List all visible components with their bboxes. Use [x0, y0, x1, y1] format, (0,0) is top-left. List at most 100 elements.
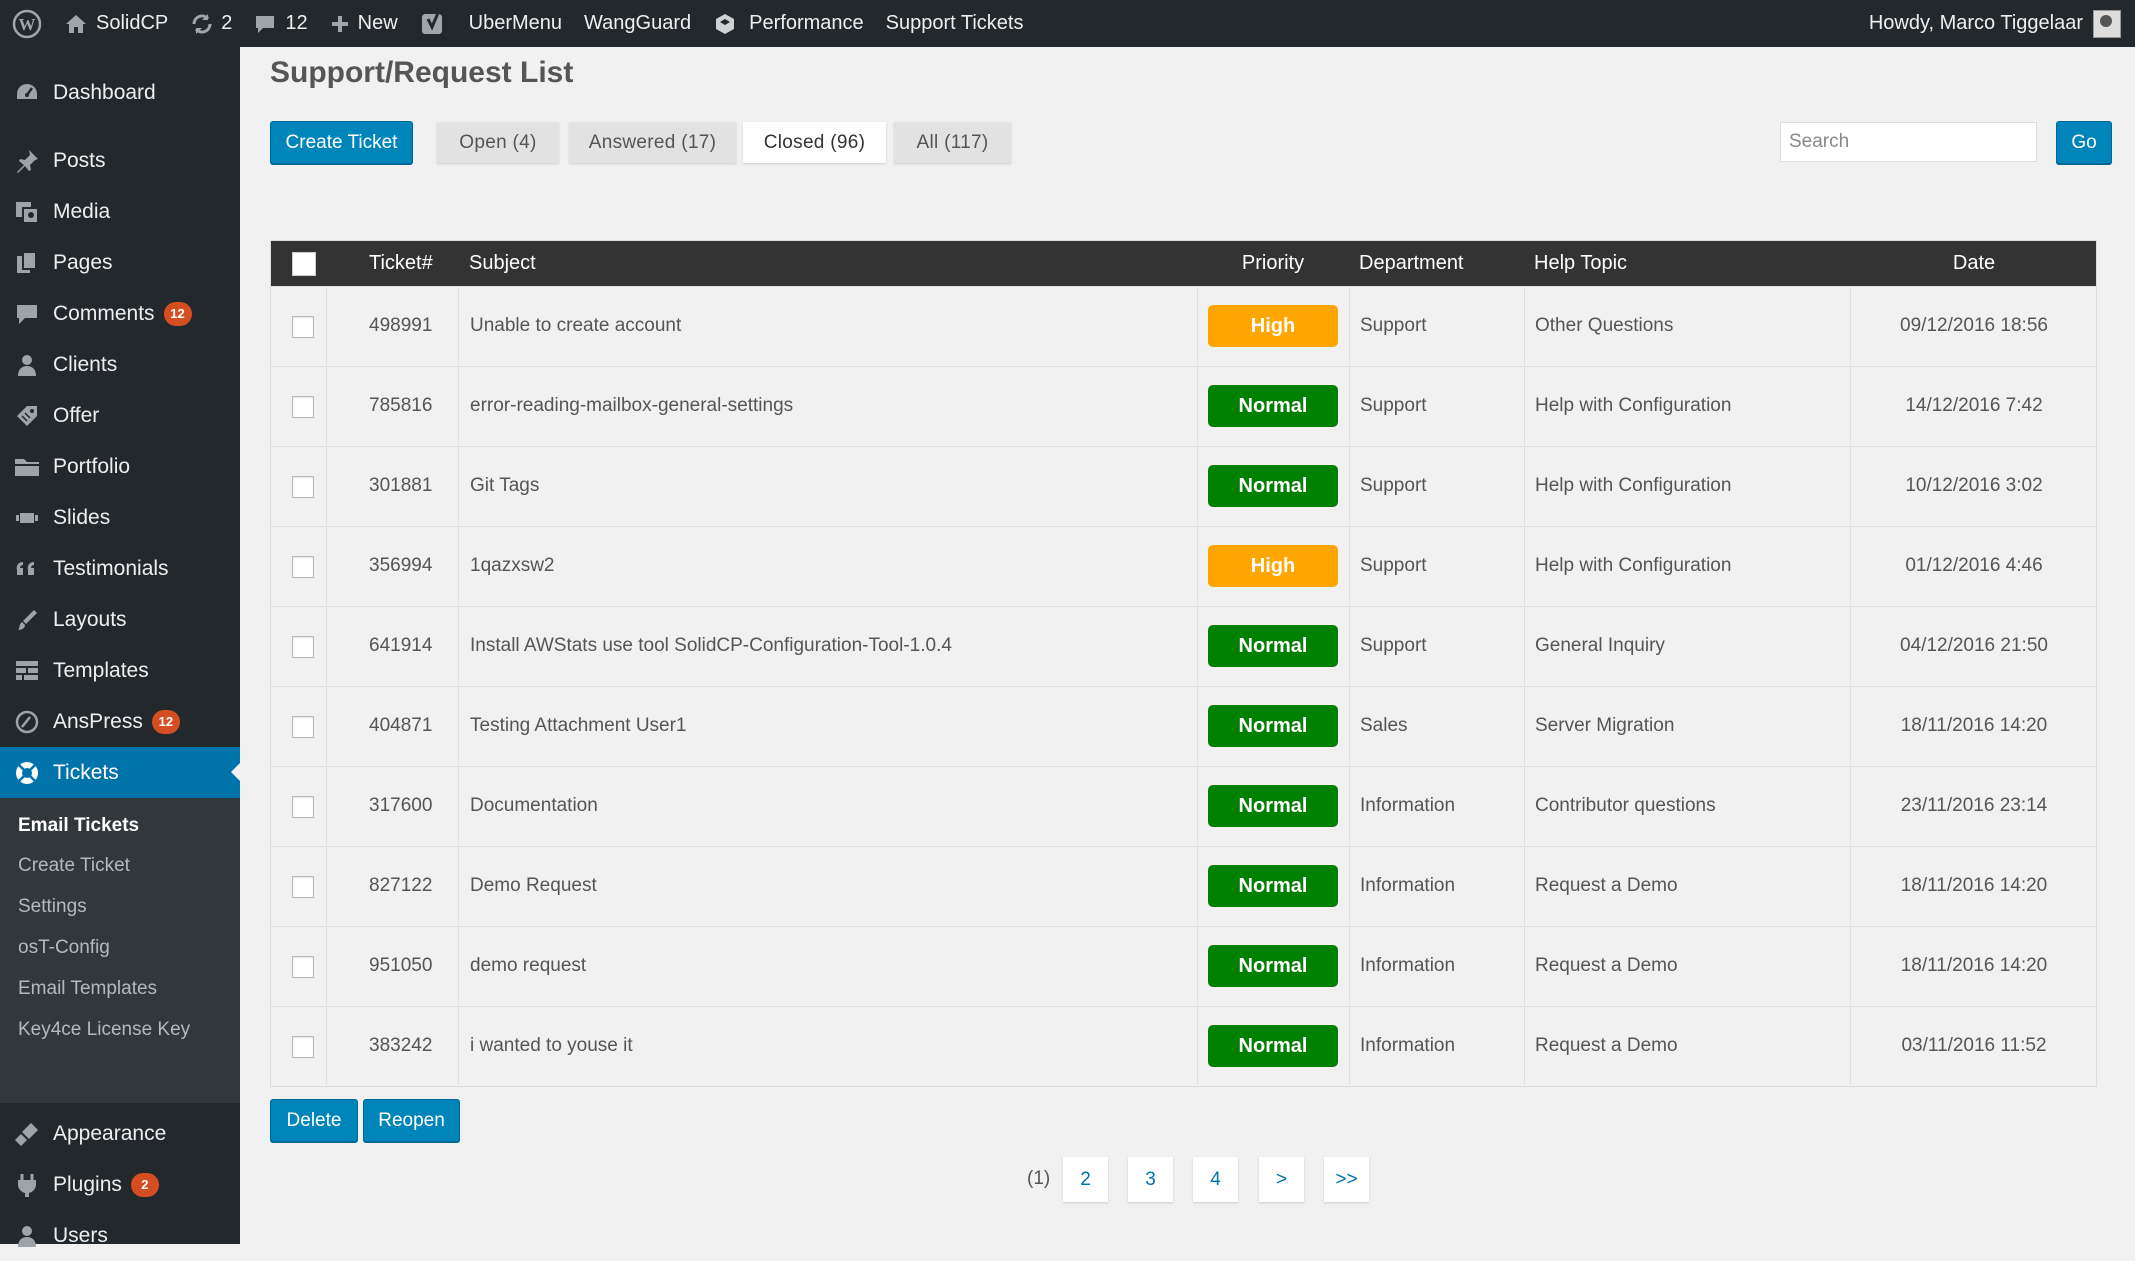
ticket-number[interactable]: 383242	[369, 1007, 432, 1085]
table-row[interactable]: 383242 i wanted to youse it Normal Infor…	[271, 1006, 2096, 1086]
row-checkbox[interactable]	[292, 556, 314, 578]
yoast-seo-icon[interactable]	[409, 0, 457, 47]
ticket-subject[interactable]: i wanted to youse it	[470, 1007, 633, 1085]
table-row[interactable]: 827122 Demo Request Normal Information R…	[271, 846, 2096, 926]
sidebar-item-users[interactable]: Users	[0, 1210, 240, 1261]
table-row[interactable]: 641914 Install AWStats use tool SolidCP-…	[271, 606, 2096, 686]
column-divider	[1349, 447, 1350, 525]
my-account-link[interactable]: Howdy, Marco Tiggelaar	[1858, 0, 2135, 47]
tab-open[interactable]: Open (4)	[437, 122, 559, 163]
sidebar-item-anspress[interactable]: AnsPress 12	[0, 696, 240, 747]
row-checkbox[interactable]	[292, 476, 314, 498]
sidebar-item-layouts[interactable]: Layouts	[0, 594, 240, 645]
page-link-4[interactable]: 4	[1193, 1157, 1238, 1202]
search-input[interactable]	[1780, 122, 2037, 162]
row-checkbox[interactable]	[292, 796, 314, 818]
ticket-subject[interactable]: Install AWStats use tool SolidCP-Configu…	[470, 607, 952, 685]
submenu-settings[interactable]: Settings	[18, 896, 87, 918]
wordpress-logo-icon[interactable]: W	[0, 0, 53, 47]
submenu-email-templates[interactable]: Email Templates	[18, 978, 157, 1000]
sidebar-item-comments[interactable]: Comments 12	[0, 288, 240, 339]
updates-link[interactable]: 2	[179, 0, 243, 47]
sidebar-item-posts[interactable]: Posts	[0, 135, 240, 186]
row-checkbox[interactable]	[292, 396, 314, 418]
sidebar-item-slides[interactable]: Slides	[0, 492, 240, 543]
ticket-number[interactable]: 827122	[369, 847, 432, 925]
ticket-number[interactable]: 498991	[369, 287, 432, 365]
header-department[interactable]: Department	[1359, 241, 1464, 286]
column-divider	[1349, 687, 1350, 765]
submenu-create-ticket[interactable]: Create Ticket	[18, 855, 130, 877]
table-row[interactable]: 317600 Documentation Normal Information …	[271, 766, 2096, 846]
header-help-topic[interactable]: Help Topic	[1534, 241, 1627, 286]
table-row[interactable]: 301881 Git Tags Normal Support Help with…	[271, 446, 2096, 526]
search-go-button[interactable]: Go	[2056, 121, 2112, 164]
ubermenu-link[interactable]: UberMenu	[457, 0, 573, 47]
site-name-link[interactable]: SolidCP	[53, 0, 179, 47]
sidebar-item-media[interactable]: Media	[0, 186, 240, 237]
ticket-number[interactable]: 951050	[369, 927, 432, 1005]
row-checkbox[interactable]	[292, 636, 314, 658]
sidebar-item-testimonials[interactable]: Testimonials	[0, 543, 240, 594]
row-checkbox[interactable]	[292, 956, 314, 978]
ticket-subject[interactable]: error-reading-mailbox-general-settings	[470, 367, 793, 445]
ticket-subject[interactable]: Testing Attachment User1	[470, 687, 687, 765]
next-page-link[interactable]: >	[1259, 1157, 1304, 1202]
table-row[interactable]: 498991 Unable to create account High Sup…	[271, 286, 2096, 366]
table-row[interactable]: 785816 error-reading-mailbox-general-set…	[271, 366, 2096, 446]
ticket-number[interactable]: 641914	[369, 607, 432, 685]
header-date[interactable]: Date	[1851, 241, 2097, 286]
row-checkbox[interactable]	[292, 316, 314, 338]
ticket-subject[interactable]: Demo Request	[470, 847, 597, 925]
tab-closed[interactable]: Closed (96)	[743, 122, 886, 163]
ticket-subject[interactable]: Unable to create account	[470, 287, 681, 365]
ticket-number[interactable]: 301881	[369, 447, 432, 525]
sidebar-item-appearance[interactable]: Appearance	[0, 1108, 240, 1159]
sidebar-item-tickets[interactable]: Tickets	[0, 747, 240, 798]
ticket-number[interactable]: 404871	[369, 687, 432, 765]
sidebar-item-dashboard[interactable]: Dashboard	[0, 67, 240, 118]
ticket-subject[interactable]: demo request	[470, 927, 586, 1005]
ticket-number[interactable]: 785816	[369, 367, 432, 445]
page-link-2[interactable]: 2	[1063, 1157, 1108, 1202]
row-checkbox[interactable]	[292, 1036, 314, 1058]
sidebar-item-pages[interactable]: Pages	[0, 237, 240, 288]
comments-link[interactable]: 12	[243, 0, 318, 47]
tab-all[interactable]: All (117)	[894, 122, 1011, 163]
column-divider	[1524, 927, 1525, 1005]
ticket-subject[interactable]: Git Tags	[470, 447, 539, 525]
reopen-button[interactable]: Reopen	[363, 1099, 460, 1142]
sidebar-item-clients[interactable]: Clients	[0, 339, 240, 390]
sidebar-item-plugins[interactable]: Plugins 2	[0, 1159, 240, 1210]
tab-answered[interactable]: Answered (17)	[569, 122, 736, 163]
submenu-license-key[interactable]: Key4ce License Key	[18, 1019, 190, 1041]
new-content-link[interactable]: New	[319, 0, 409, 47]
header-ticket[interactable]: Ticket#	[369, 241, 433, 286]
sidebar-item-offer[interactable]: Offer	[0, 390, 240, 441]
table-row[interactable]: 404871 Testing Attachment User1 Normal S…	[271, 686, 2096, 766]
ticket-number[interactable]: 356994	[369, 527, 432, 605]
delete-button[interactable]: Delete	[270, 1099, 358, 1142]
column-divider	[1197, 607, 1198, 685]
ticket-number[interactable]: 317600	[369, 767, 432, 845]
header-subject[interactable]: Subject	[469, 241, 536, 286]
performance-link[interactable]: Performance	[702, 0, 875, 47]
priority-badge: Normal	[1208, 1025, 1338, 1067]
table-row[interactable]: 951050 demo request Normal Information R…	[271, 926, 2096, 1006]
page-link-3[interactable]: 3	[1128, 1157, 1173, 1202]
ticket-subject[interactable]: 1qazxsw2	[470, 527, 555, 605]
sidebar-item-portfolio[interactable]: Portfolio	[0, 441, 240, 492]
support-tickets-link[interactable]: Support Tickets	[875, 0, 1035, 47]
table-row[interactable]: 356994 1qazxsw2 High Support Help with C…	[271, 526, 2096, 606]
create-ticket-button[interactable]: Create Ticket	[270, 121, 413, 164]
submenu-email-tickets[interactable]: Email Tickets	[18, 815, 139, 837]
row-checkbox[interactable]	[292, 716, 314, 738]
row-checkbox[interactable]	[292, 876, 314, 898]
sidebar-item-templates[interactable]: Templates	[0, 645, 240, 696]
submenu-ost-config[interactable]: osT-Config	[18, 937, 110, 959]
last-page-link[interactable]: >>	[1324, 1157, 1369, 1202]
header-priority[interactable]: Priority	[1208, 241, 1338, 286]
ticket-subject[interactable]: Documentation	[470, 767, 598, 845]
select-all-checkbox[interactable]	[292, 252, 316, 276]
wangguard-link[interactable]: WangGuard	[573, 0, 702, 47]
